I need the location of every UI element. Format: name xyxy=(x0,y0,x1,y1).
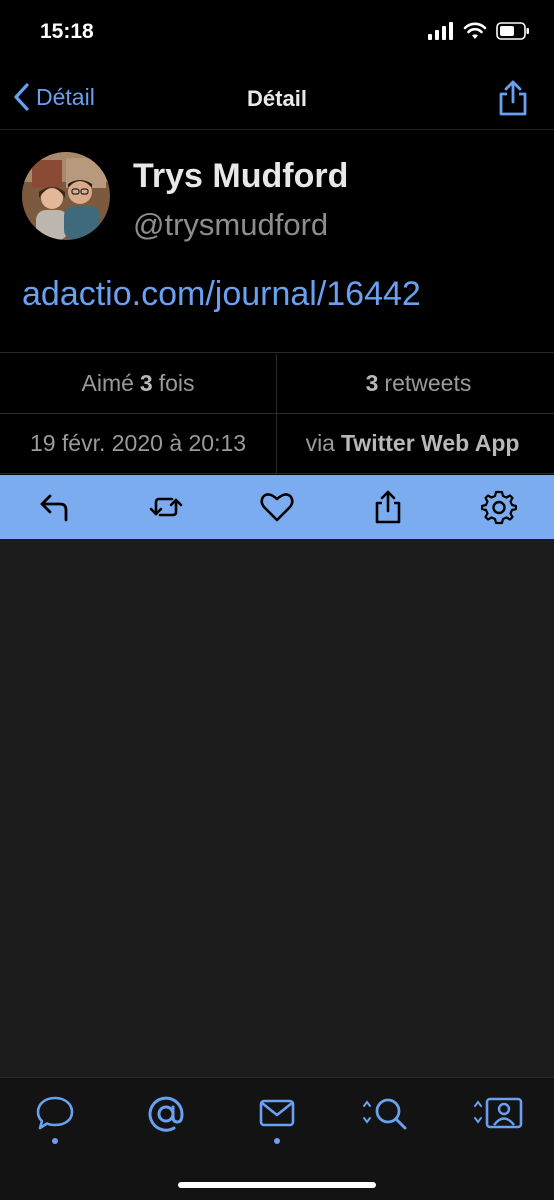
reply-icon xyxy=(40,494,68,522)
retweets-count: 3 xyxy=(365,370,379,396)
tab-messages[interactable] xyxy=(222,1094,332,1164)
nav-bar: Détail Détail xyxy=(0,70,554,130)
tab-profile[interactable] xyxy=(444,1094,554,1164)
tweet-date: 19 févr. 2020 à 20:13 xyxy=(0,414,276,473)
tab-bar xyxy=(0,1077,554,1200)
source-app: Twitter Web App xyxy=(340,430,520,456)
display-name[interactable]: Trys Mudford xyxy=(133,157,348,196)
likes-prefix: Aimé xyxy=(81,370,134,396)
tweet-source[interactable]: via Twitter Web App xyxy=(277,414,554,473)
via-prefix: via xyxy=(305,430,335,456)
chat-bubble-icon xyxy=(36,1096,74,1130)
like-button[interactable] xyxy=(247,475,307,539)
meta-row: 19 févr. 2020 à 20:13 via Twitter Web Ap… xyxy=(0,414,554,474)
retweet-icon xyxy=(149,497,183,517)
tab-search[interactable] xyxy=(333,1094,443,1164)
home-indicator[interactable] xyxy=(178,1182,376,1188)
unread-dot xyxy=(274,1138,280,1144)
signal-icon xyxy=(428,22,453,40)
search-icon xyxy=(363,1098,407,1130)
likes-count: 3 xyxy=(139,370,153,396)
share-icon xyxy=(499,80,527,116)
avatar[interactable] xyxy=(22,152,110,240)
wifi-icon xyxy=(463,22,487,39)
tweet-action-bar xyxy=(0,475,554,539)
share-button[interactable] xyxy=(496,78,530,123)
profile-header: Trys Mudford @trysmudford adactio.com/jo… xyxy=(0,131,554,353)
share-icon xyxy=(375,490,401,524)
tweet-link[interactable]: adactio.com/journal/16442 xyxy=(22,275,421,314)
status-time: 15:18 xyxy=(40,20,94,43)
tab-mentions[interactable] xyxy=(111,1094,221,1164)
likes-suffix: fois xyxy=(158,370,195,396)
status-icons xyxy=(428,22,530,40)
battery-icon xyxy=(496,22,529,40)
gear-icon xyxy=(480,490,517,525)
tab-timeline[interactable] xyxy=(0,1094,110,1164)
page-title: Détail xyxy=(247,86,307,111)
user-handle[interactable]: @trysmudford xyxy=(133,207,328,243)
replies-area xyxy=(0,539,554,1077)
avatar-photo xyxy=(22,152,110,240)
likes-count-cell[interactable]: Aimé 3 fois xyxy=(0,354,276,413)
mail-icon xyxy=(259,1099,295,1127)
settings-button[interactable] xyxy=(469,475,529,539)
heart-icon xyxy=(260,493,294,522)
tweet-date-text: 19 févr. 2020 à 20:13 xyxy=(29,430,247,456)
stats-row: Aimé 3 fois 3 retweets xyxy=(0,354,554,414)
retweet-button[interactable] xyxy=(136,475,196,539)
retweets-label: retweets xyxy=(384,370,472,396)
unread-dot xyxy=(52,1138,58,1144)
profile-icon xyxy=(474,1097,523,1129)
reply-button[interactable] xyxy=(25,475,85,539)
status-bar: 15:18 xyxy=(0,0,554,70)
at-mention-icon xyxy=(148,1096,184,1132)
share-tweet-button[interactable] xyxy=(358,475,418,539)
retweets-count-cell[interactable]: 3 retweets xyxy=(277,354,554,413)
